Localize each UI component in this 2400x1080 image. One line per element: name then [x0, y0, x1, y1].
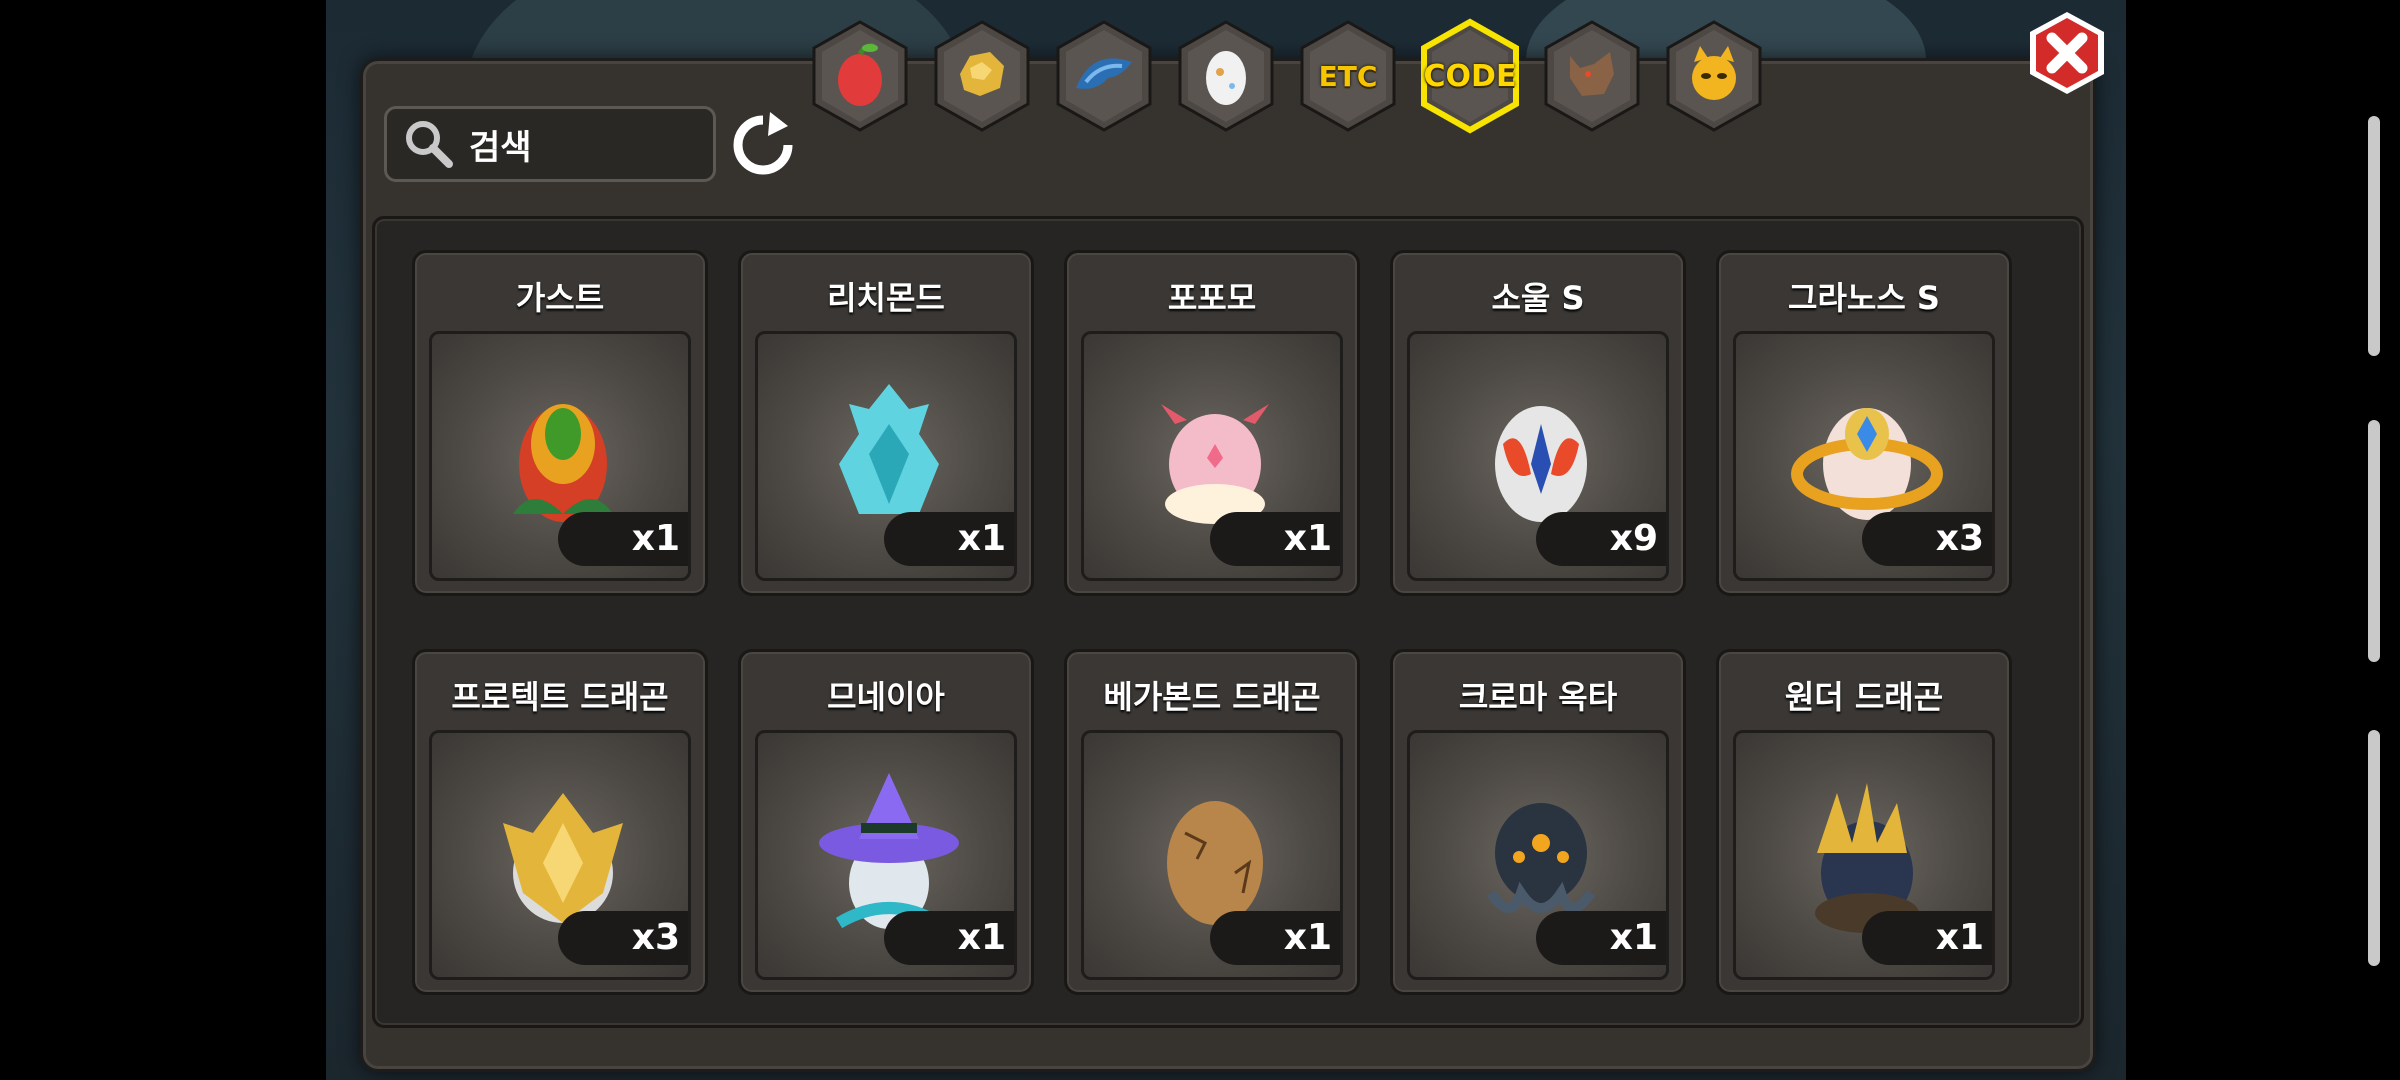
refresh-icon[interactable] [730, 112, 796, 178]
scrollbar-segment[interactable] [2368, 730, 2380, 966]
tab-label [1662, 18, 1766, 134]
item-name: 가스트 [515, 279, 605, 317]
tab-gold[interactable] [930, 18, 1034, 134]
item-quantity: x1 [1536, 911, 1666, 965]
item-name: 베가본드 드래곤 [1103, 678, 1321, 716]
item-quantity: x9 [1536, 512, 1666, 566]
tab-code[interactable]: CODE [1418, 18, 1522, 134]
tab-label [1540, 18, 1644, 134]
item-slot: x3 [1733, 331, 1995, 581]
item-slot: x1 [429, 331, 691, 581]
item-name: 므네이아 [827, 678, 945, 716]
tab-devil[interactable] [1662, 18, 1766, 134]
tab-label: CODE [1423, 58, 1517, 94]
item-quantity: x1 [558, 512, 688, 566]
search-placeholder: 검색 [469, 127, 532, 168]
item-quantity: x1 [1862, 911, 1992, 965]
item-slot: x1 [1081, 331, 1343, 581]
item-name: 프로텍트 드래곤 [451, 678, 669, 716]
item-name: 그라노스 S [1788, 279, 1940, 317]
item-slot: x1 [755, 331, 1017, 581]
item-card[interactable]: 포포모 x1 [1064, 250, 1360, 596]
search-input[interactable]: 검색 [384, 106, 716, 182]
item-slot: x1 [1733, 730, 1995, 980]
tab-label: ETC [1318, 59, 1378, 93]
tab-label [1174, 18, 1278, 134]
item-quantity: x1 [884, 911, 1014, 965]
item-card[interactable]: 그라노스 S x3 [1716, 250, 2012, 596]
search-icon [406, 121, 453, 168]
item-slot: x1 [1407, 730, 1669, 980]
item-card[interactable]: 원더 드래곤 x1 [1716, 649, 2012, 995]
item-card[interactable]: 므네이아 x1 [738, 649, 1034, 995]
item-name: 원더 드래곤 [1784, 678, 1944, 716]
tab-wolf[interactable] [1540, 18, 1644, 134]
item-card[interactable]: 크로마 옥타 x1 [1390, 649, 1686, 995]
scrollbar-segment[interactable] [2368, 116, 2380, 356]
item-name: 리치몬드 [827, 279, 945, 317]
item-card[interactable]: 베가본드 드래곤 x1 [1064, 649, 1360, 995]
item-card[interactable]: 가스트 x1 [412, 250, 708, 596]
item-name: 크로마 옥타 [1458, 678, 1618, 716]
scrollbar-segment[interactable] [2368, 420, 2380, 662]
item-quantity: x1 [884, 512, 1014, 566]
tab-etc[interactable]: ETC [1296, 18, 1400, 134]
tab-label [930, 18, 1034, 134]
tab-label [1052, 18, 1156, 134]
item-slot: x1 [1081, 730, 1343, 980]
item-slot: x3 [429, 730, 691, 980]
item-quantity: x1 [1210, 911, 1340, 965]
tab-egg[interactable] [1174, 18, 1278, 134]
item-quantity: x3 [1862, 512, 1992, 566]
close-button[interactable] [2024, 8, 2110, 98]
item-slot: x9 [1407, 331, 1669, 581]
item-slot: x1 [755, 730, 1017, 980]
item-name: 포포모 [1167, 279, 1257, 317]
tab-scale[interactable] [1052, 18, 1156, 134]
item-card[interactable]: 프로텍트 드래곤 x3 [412, 649, 708, 995]
screen-edge [2126, 0, 2358, 1080]
tab-label [808, 18, 912, 134]
item-card[interactable]: 소울 S x9 [1390, 250, 1686, 596]
item-name: 소울 S [1491, 279, 1585, 317]
item-card[interactable]: 리치몬드 x1 [738, 250, 1034, 596]
item-quantity: x3 [558, 911, 688, 965]
item-quantity: x1 [1210, 512, 1340, 566]
tab-fruit[interactable] [808, 18, 912, 134]
